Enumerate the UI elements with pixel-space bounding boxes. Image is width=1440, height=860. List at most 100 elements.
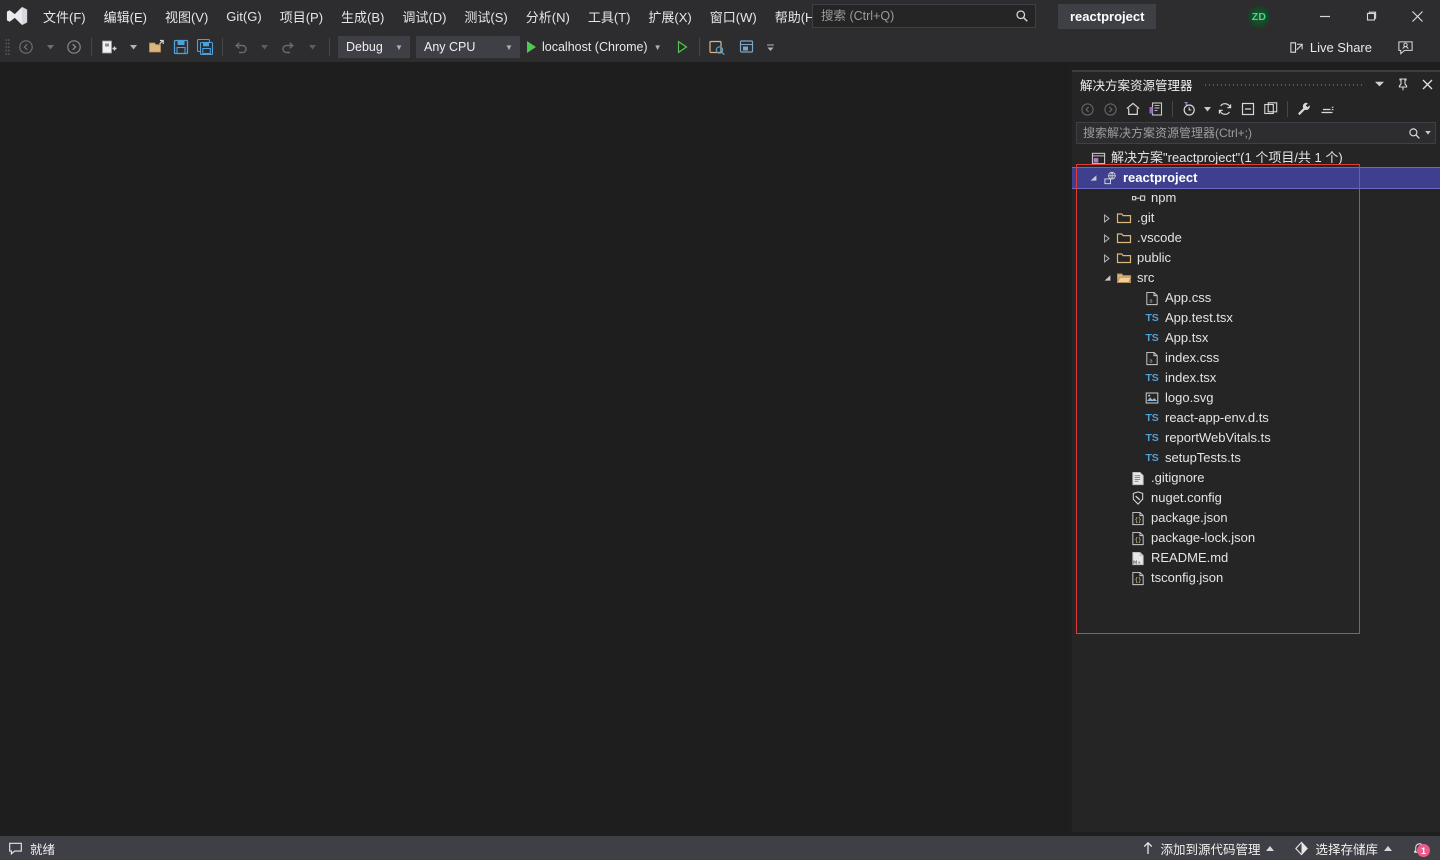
live-share-feedback-icon[interactable] bbox=[1392, 34, 1418, 60]
back-icon[interactable] bbox=[1076, 98, 1098, 120]
menu-item-label: 文件(F) bbox=[43, 9, 86, 25]
document-well bbox=[0, 62, 1068, 832]
menu-item-1[interactable]: 编辑(E) bbox=[95, 0, 156, 32]
active-project-chip[interactable]: reactproject bbox=[1058, 4, 1157, 29]
close-panel-icon[interactable] bbox=[1418, 74, 1436, 94]
tree-row-reportwebvitals-ts[interactable]: TS reportWebVitals.ts bbox=[1072, 428, 1440, 448]
chevron-down-icon[interactable] bbox=[1100, 268, 1114, 288]
live-share-button[interactable]: Live Share bbox=[1283, 34, 1378, 60]
chevron-right-icon[interactable] bbox=[1100, 228, 1114, 248]
new-project-button[interactable] bbox=[97, 35, 121, 59]
minimize-button[interactable] bbox=[1302, 0, 1348, 32]
solution-configuration-combo[interactable]: Debug ▼ bbox=[338, 36, 410, 58]
tree-row-reactproject[interactable]: reactproject bbox=[1072, 167, 1440, 189]
chevron-right-icon[interactable] bbox=[1100, 208, 1114, 228]
tree-row--gitignore[interactable]: .gitignore bbox=[1072, 468, 1440, 488]
redo-button[interactable] bbox=[276, 35, 300, 59]
switch-views-icon[interactable] bbox=[1145, 98, 1167, 120]
tree-row-index-css[interactable]: a index.css bbox=[1072, 348, 1440, 368]
select-startup-item-button[interactable] bbox=[735, 35, 759, 59]
open-project-button[interactable] bbox=[145, 35, 169, 59]
tree-row-readme-md[interactable]: M+ README.md bbox=[1072, 548, 1440, 568]
toolbar-grip[interactable] bbox=[0, 32, 14, 62]
menu-item-5[interactable]: 生成(B) bbox=[332, 0, 393, 32]
preview-selected-items-icon[interactable] bbox=[1316, 98, 1338, 120]
account-avatar[interactable]: ZD bbox=[1246, 4, 1272, 30]
tree-row-app-tsx[interactable]: TS App.tsx bbox=[1072, 328, 1440, 348]
properties-wrench-icon[interactable] bbox=[1293, 98, 1315, 120]
maximize-button[interactable] bbox=[1348, 0, 1394, 32]
tree-row-src[interactable]: src bbox=[1072, 268, 1440, 288]
tree-row--git[interactable]: .git bbox=[1072, 208, 1440, 228]
tree-row-package-lock-json[interactable]: {} package-lock.json bbox=[1072, 528, 1440, 548]
navigate-forward-button[interactable] bbox=[62, 35, 86, 59]
menu-item-6[interactable]: 调试(D) bbox=[393, 0, 455, 32]
tree-row-app-test-tsx[interactable]: TS App.test.tsx bbox=[1072, 308, 1440, 328]
solution-explorer-search-input[interactable] bbox=[1083, 126, 1405, 140]
menu-item-3[interactable]: Git(G) bbox=[217, 0, 270, 32]
navigate-back-dropdown[interactable] bbox=[38, 35, 62, 59]
home-icon[interactable] bbox=[1122, 98, 1144, 120]
save-all-button[interactable] bbox=[193, 35, 217, 59]
tree-row-tsconfig-json[interactable]: {} tsconfig.json bbox=[1072, 568, 1440, 588]
tree-row-setuptests-ts[interactable]: TS setupTests.ts bbox=[1072, 448, 1440, 468]
pending-changes-icon[interactable] bbox=[1178, 98, 1200, 120]
redo-dropdown[interactable] bbox=[300, 35, 324, 59]
forward-icon[interactable] bbox=[1099, 98, 1121, 120]
refresh-icon[interactable] bbox=[1214, 98, 1236, 120]
start-without-debugging-button[interactable] bbox=[670, 35, 694, 59]
navigate-back-button[interactable] bbox=[14, 35, 38, 59]
solution-explorer-tree[interactable]: 解决方案"reactproject"(1 个项目/共 1 个) reactpro… bbox=[1072, 146, 1440, 832]
tree-row-solution[interactable]: 解决方案"reactproject"(1 个项目/共 1 个) bbox=[1072, 148, 1440, 168]
menu-item-0[interactable]: 文件(F) bbox=[34, 0, 95, 32]
select-repository-button[interactable]: 选择存储库 bbox=[1286, 836, 1400, 860]
hot-reload-button[interactable] bbox=[705, 35, 729, 59]
tree-row-npm[interactable]: npm bbox=[1072, 188, 1440, 208]
chevron-down-icon[interactable] bbox=[1086, 168, 1100, 188]
tree-row-logo-svg[interactable]: logo.svg bbox=[1072, 388, 1440, 408]
svg-text:a: a bbox=[1149, 358, 1152, 364]
undo-dropdown[interactable] bbox=[252, 35, 276, 59]
tree-row-index-tsx[interactable]: TS index.tsx bbox=[1072, 368, 1440, 388]
undo-button[interactable] bbox=[228, 35, 252, 59]
typescript-file-icon: TS bbox=[1142, 408, 1162, 428]
collapse-all-icon[interactable] bbox=[1237, 98, 1259, 120]
pin-icon[interactable] bbox=[1394, 74, 1412, 94]
solution-platform-combo[interactable]: Any CPU ▼ bbox=[416, 36, 520, 58]
show-all-files-icon[interactable] bbox=[1260, 98, 1282, 120]
menu-item-11[interactable]: 窗口(W) bbox=[701, 0, 766, 32]
add-to-source-control-button[interactable]: 添加到源代码管理 bbox=[1134, 836, 1282, 860]
menu-item-2[interactable]: 视图(V) bbox=[156, 0, 217, 32]
menu-item-10[interactable]: 扩展(X) bbox=[639, 0, 700, 32]
search-options-chevron-down-icon[interactable] bbox=[1423, 131, 1433, 135]
menu-item-7[interactable]: 测试(S) bbox=[455, 0, 516, 32]
tree-row-public[interactable]: public bbox=[1072, 248, 1440, 268]
save-button[interactable] bbox=[169, 35, 193, 59]
start-debug-button[interactable]: localhost (Chrome) ▼ bbox=[523, 35, 666, 59]
chevron-right-icon[interactable] bbox=[1100, 248, 1114, 268]
menu-item-4[interactable]: 项目(P) bbox=[271, 0, 332, 32]
quick-search-input[interactable] bbox=[821, 9, 1013, 23]
standard-toolbar: Debug ▼ Any CPU ▼ localhost (Chrome) ▼ bbox=[0, 32, 1440, 62]
menu-item-9[interactable]: 工具(T) bbox=[579, 0, 640, 32]
panel-menu-chevron-down-icon[interactable] bbox=[1370, 74, 1388, 94]
tree-row-app-css[interactable]: a App.css bbox=[1072, 288, 1440, 308]
quick-search-box[interactable] bbox=[812, 4, 1036, 28]
toolbar-overflow-button[interactable] bbox=[759, 35, 783, 59]
tree-row--vscode[interactable]: .vscode bbox=[1072, 228, 1440, 248]
notifications-button[interactable]: 1 bbox=[1404, 836, 1434, 860]
menu-item-8[interactable]: 分析(N) bbox=[517, 0, 579, 32]
tree-row-react-app-env-d-ts[interactable]: TS react-app-env.d.ts bbox=[1072, 408, 1440, 428]
svg-text:{}: {} bbox=[1134, 516, 1141, 523]
tree-row-nuget-config[interactable]: nuget.config bbox=[1072, 488, 1440, 508]
new-project-dropdown[interactable] bbox=[121, 35, 145, 59]
tree-row-label: App.tsx bbox=[1165, 330, 1209, 345]
tree-row-package-json[interactable]: {} package.json bbox=[1072, 508, 1440, 528]
solution-explorer-search-box[interactable] bbox=[1076, 122, 1436, 144]
pending-changes-dropdown-icon[interactable] bbox=[1201, 98, 1213, 120]
close-button[interactable] bbox=[1394, 0, 1440, 32]
status-bar: 就绪 添加到源代码管理 选择存储库 1 bbox=[0, 836, 1440, 860]
